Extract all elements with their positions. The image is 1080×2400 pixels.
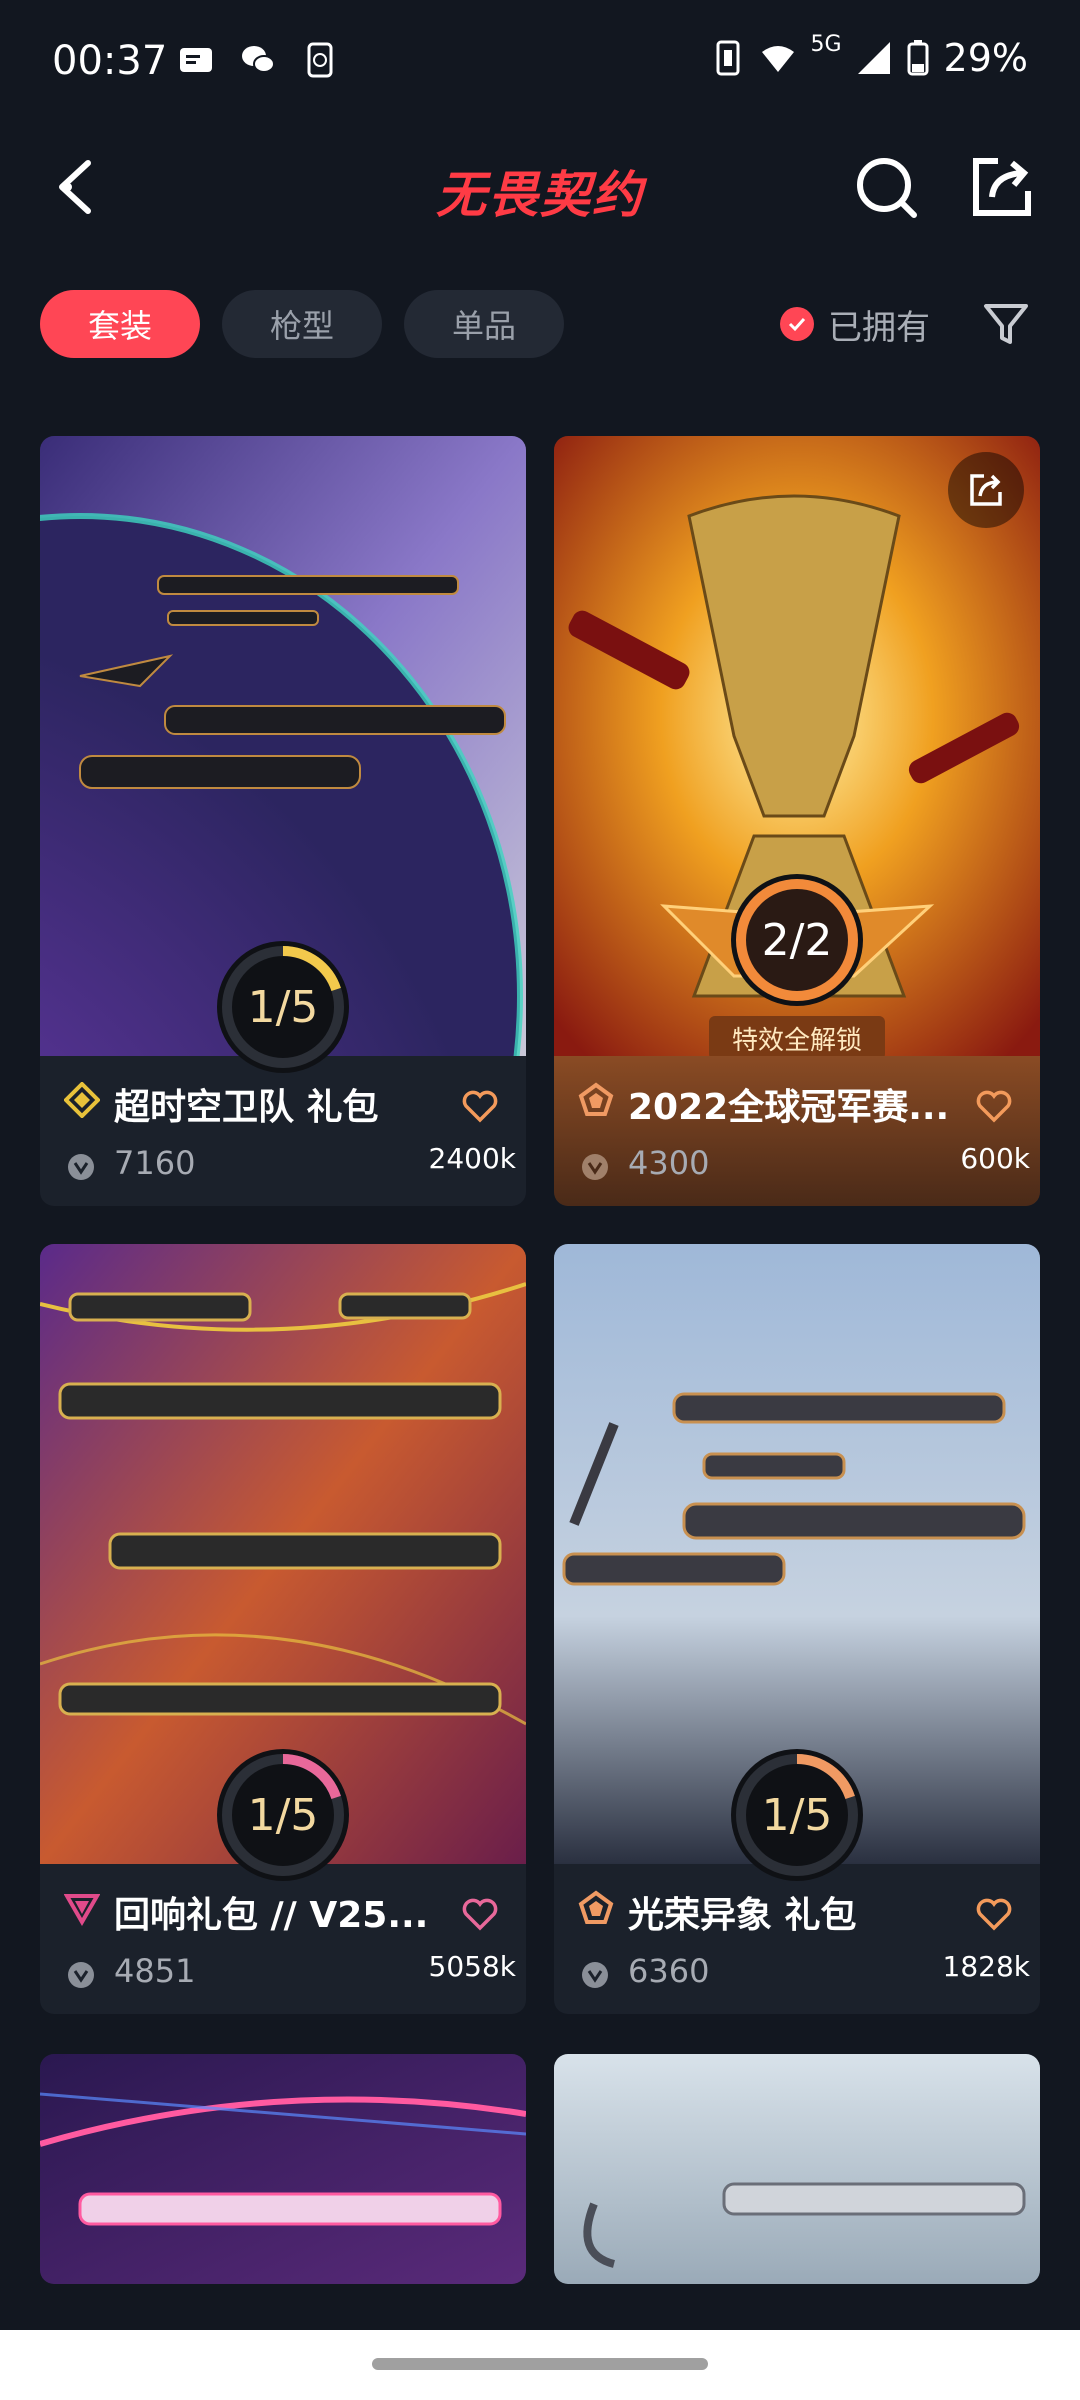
progress-count: 1/5 xyxy=(247,1789,319,1841)
progress-count: 1/5 xyxy=(247,981,319,1033)
bundle-art-image xyxy=(40,2054,526,2284)
bundle-price: 4851 xyxy=(114,1952,196,1990)
heart-icon[interactable] xyxy=(460,1894,500,1934)
heart-icon[interactable] xyxy=(460,1086,500,1126)
vp-currency-icon xyxy=(582,1154,608,1180)
like-count: 5058k xyxy=(428,1950,516,1983)
card-info: 2022全球冠军赛... 4300 600k xyxy=(554,1056,1040,1206)
bundle-price: 4300 xyxy=(628,1144,710,1182)
phone-sync-icon xyxy=(307,42,333,78)
bundle-card[interactable]: 1/5 回响礼包 // V25... 4851 5058k xyxy=(40,1244,526,2014)
bundle-art-image xyxy=(554,2054,1040,2284)
gesture-bar xyxy=(0,2330,1080,2400)
vp-currency-icon xyxy=(582,1962,608,1988)
bundle-name: 回响礼包 // V25... xyxy=(114,1895,429,1936)
message-icon xyxy=(180,48,212,72)
bundle-card[interactable] xyxy=(554,2054,1040,2284)
bundle-name: 2022全球冠军赛... xyxy=(628,1087,950,1128)
tab-weapon-type[interactable]: 枪型 xyxy=(222,290,382,358)
heart-icon[interactable] xyxy=(974,1894,1014,1934)
network-type: 5G xyxy=(810,31,842,57)
bundle-price: 6360 xyxy=(628,1952,710,1990)
app-header: 无畏契约 xyxy=(0,125,1080,245)
home-indicator[interactable] xyxy=(372,2358,708,2370)
progress-ring: 1/5 xyxy=(217,1749,349,1881)
check-icon xyxy=(780,307,814,341)
like-count: 1828k xyxy=(942,1950,1030,1983)
progress-ring: 1/5 xyxy=(731,1749,863,1881)
bundle-card[interactable]: 1/5 超时空卫队 礼包 7160 2400k xyxy=(40,436,526,1206)
wifi-icon xyxy=(762,46,795,72)
nfc-icon xyxy=(716,40,740,76)
wechat-icon xyxy=(242,46,275,73)
status-right: 5G 29% xyxy=(710,32,1028,80)
vp-currency-icon xyxy=(68,1962,94,1988)
bundle-card[interactable]: 2/2 特效全解锁 2022全球冠军赛... 4300 600k xyxy=(554,436,1040,1206)
bundle-name: 光荣异象 礼包 xyxy=(628,1895,857,1936)
heart-icon[interactable] xyxy=(974,1086,1014,1126)
pentagon-icon xyxy=(578,1082,614,1116)
diamond-icon xyxy=(64,1082,100,1118)
card-info: 回响礼包 // V25... 4851 5058k xyxy=(40,1864,526,2014)
share-icon[interactable] xyxy=(962,147,1042,227)
pentagon-icon xyxy=(578,1890,614,1924)
unlock-badge: 特效全解锁 xyxy=(709,1016,885,1060)
bundle-price: 7160 xyxy=(114,1144,196,1182)
status-time: 00:37 xyxy=(52,38,168,84)
card-share-button[interactable] xyxy=(948,452,1024,528)
like-count: 2400k xyxy=(428,1142,516,1175)
card-info: 超时空卫队 礼包 7160 2400k xyxy=(40,1056,526,1206)
bundle-name: 超时空卫队 礼包 xyxy=(114,1087,379,1128)
progress-count: 1/5 xyxy=(761,1789,833,1841)
battery-level: 29% xyxy=(943,36,1028,80)
tab-single-item[interactable]: 单品 xyxy=(404,290,564,358)
filter-icon[interactable] xyxy=(978,296,1034,352)
owned-toggle[interactable]: 已拥有 xyxy=(780,290,930,358)
vp-currency-icon xyxy=(68,1154,94,1180)
signal-icon xyxy=(857,42,890,74)
tab-bundle[interactable]: 套装 xyxy=(40,290,200,358)
battery-icon xyxy=(907,40,929,76)
progress-count: 2/2 xyxy=(761,914,833,966)
progress-ring: 2/2 xyxy=(731,874,863,1006)
search-icon[interactable] xyxy=(848,147,928,227)
status-bar: 00:37 5G 29% xyxy=(0,0,1080,125)
progress-ring: 1/5 xyxy=(217,941,349,1073)
filter-bar: 套装 枪型 单品 已拥有 xyxy=(40,290,1040,358)
card-info: 光荣异象 礼包 6360 1828k xyxy=(554,1864,1040,2014)
like-count: 600k xyxy=(960,1142,1030,1175)
bundle-card[interactable] xyxy=(40,2054,526,2284)
triangle-icon xyxy=(64,1894,100,1926)
share-icon xyxy=(970,474,1002,506)
bundle-card[interactable]: 1/5 光荣异象 礼包 6360 1828k xyxy=(554,1244,1040,2014)
owned-label: 已拥有 xyxy=(828,307,930,348)
notification-icons xyxy=(178,42,338,78)
